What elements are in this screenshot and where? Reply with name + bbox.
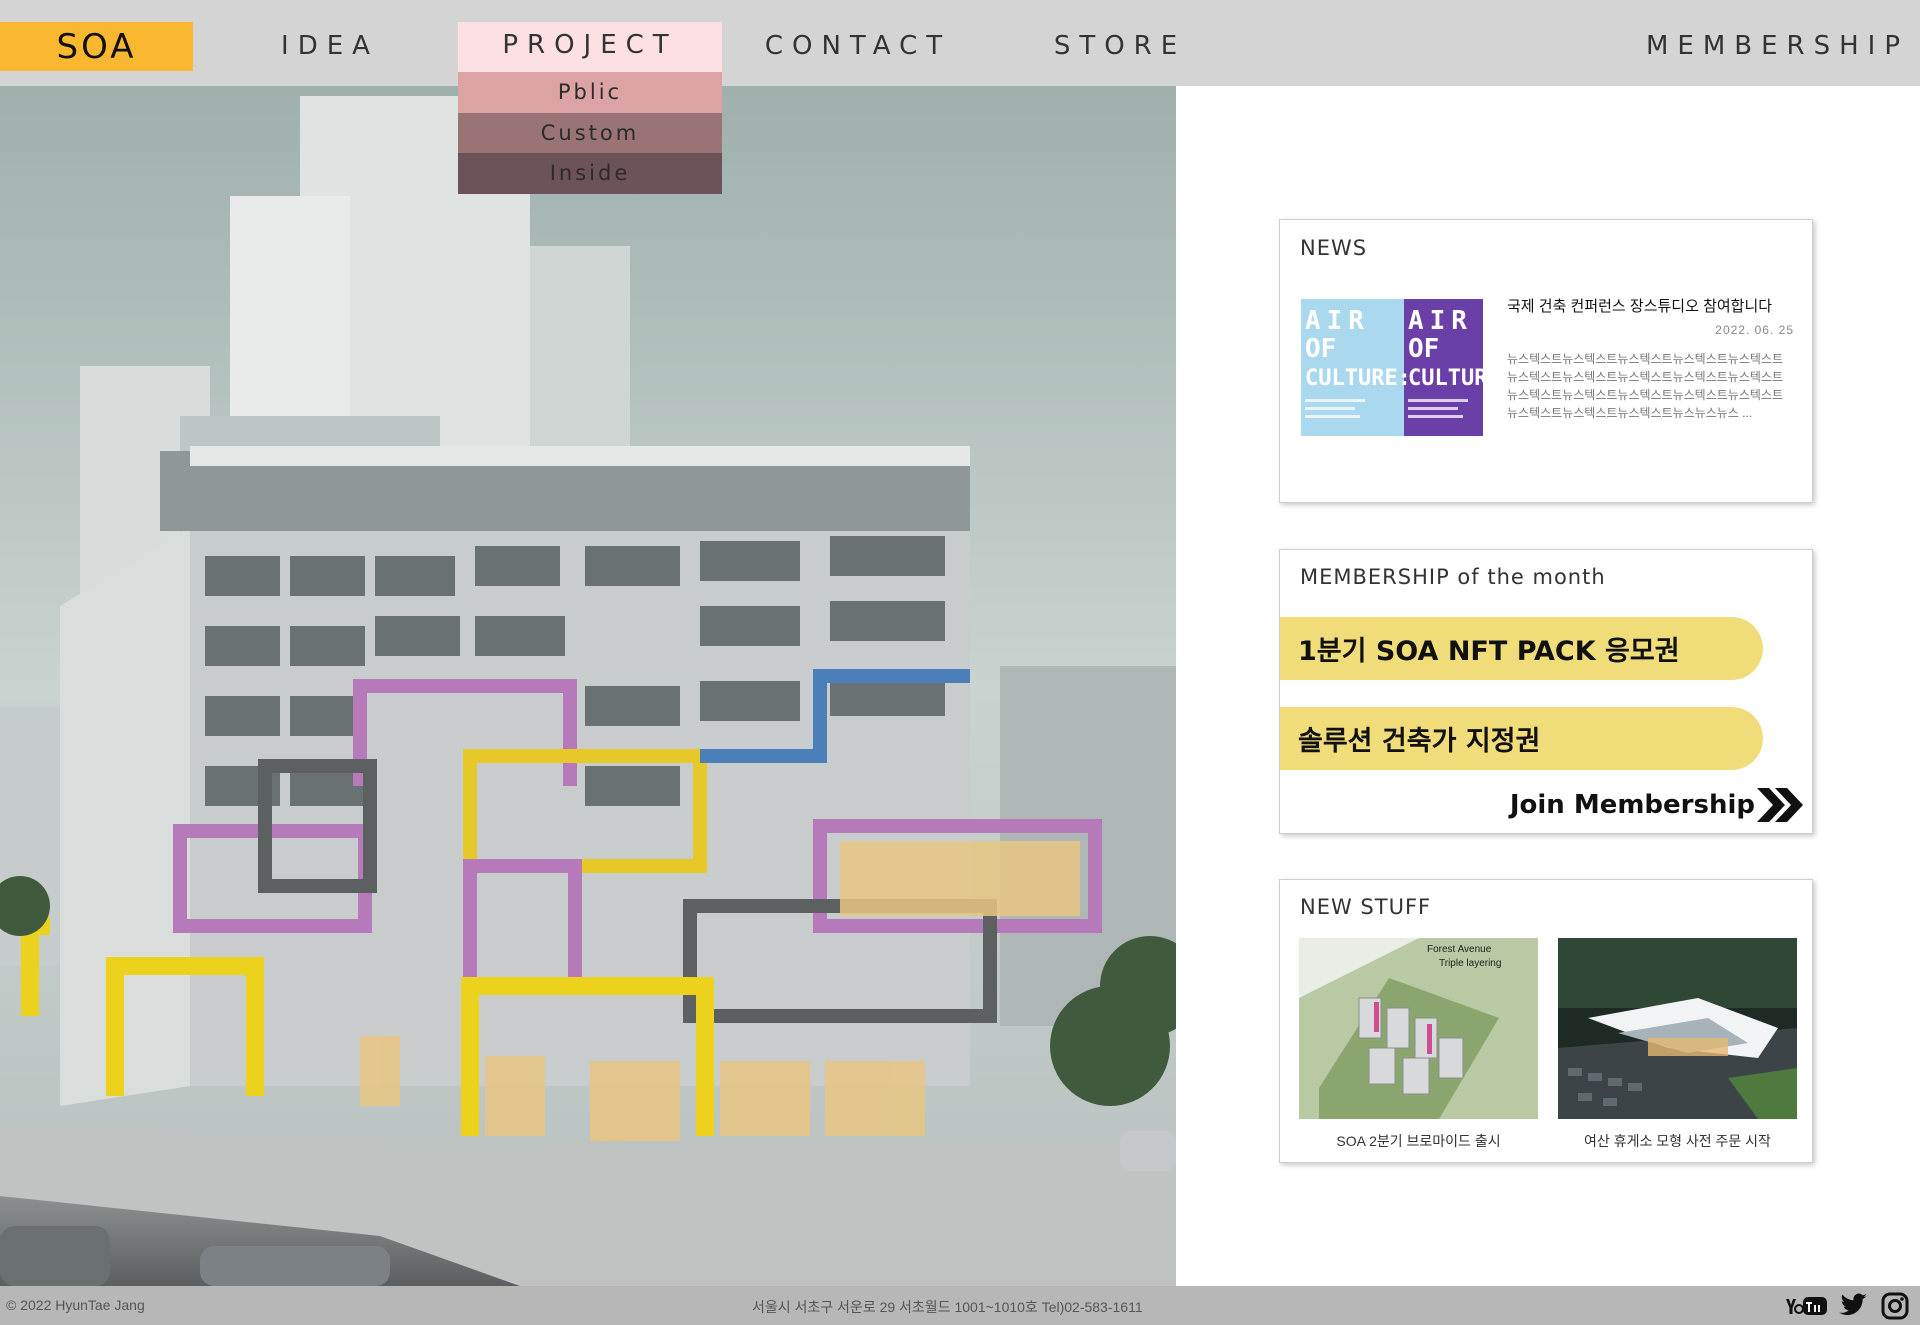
membership-title: MEMBERSHIP of the month xyxy=(1300,565,1606,589)
join-membership-label: Join Membership xyxy=(1509,790,1755,820)
aerial-plan-image: Forest Avenue Triple layering xyxy=(1299,938,1538,1119)
membership-item-nft-pack[interactable]: 1분기 SOA NFT PACK 응모권 xyxy=(1280,617,1763,680)
poster-text-of-2: OF xyxy=(1408,334,1439,364)
instagram-icon[interactable] xyxy=(1878,1290,1912,1322)
youtube-icon[interactable] xyxy=(1785,1290,1829,1322)
nav-membership[interactable]: MEMBERSHIP xyxy=(1646,26,1905,66)
poster-text-of-1: OF xyxy=(1305,334,1336,364)
twitter-icon[interactable] xyxy=(1836,1290,1870,1322)
news-poster-image: AIR OF CULTURE: AIR OF CULTURE: xyxy=(1301,299,1483,436)
new-stuff-caption-bromide[interactable]: SOA 2분기 브로마이드 출시 xyxy=(1299,1131,1538,1151)
instagram-logo xyxy=(1881,1292,1909,1320)
nav-project[interactable]: PROJECT xyxy=(458,22,722,68)
building-illustration xyxy=(0,86,1176,1286)
twitter-bird-logo xyxy=(1839,1293,1867,1315)
new-stuff-image-bromide[interactable]: Forest Avenue Triple layering xyxy=(1299,938,1538,1119)
news-body: 뉴스텍스트뉴스텍스트뉴스텍스트뉴스텍스트뉴스텍스트뉴스텍스트뉴스텍스트뉴스텍스트… xyxy=(1507,352,1784,420)
nav-idea[interactable]: IDEA xyxy=(280,26,380,66)
poster-text-culture-2: CULTURE: xyxy=(1408,366,1483,391)
hero-building-image xyxy=(0,86,1176,1286)
logo-text: SOA xyxy=(56,26,137,67)
footer-copyright: © 2022 HyunTae Jang xyxy=(6,1297,145,1313)
membership-item-architect[interactable]: 솔루션 건축가 지정권 xyxy=(1280,707,1763,770)
footer-address: 서울시 서초구 서운로 29 서초월드 1001~1010호 Tel)02-58… xyxy=(752,1299,1143,1315)
image-label-triple-layering: Triple layering xyxy=(1439,958,1501,969)
news-date: 2022. 06. 25 xyxy=(1715,323,1794,337)
new-stuff-title: NEW STUFF xyxy=(1300,895,1432,919)
poster-text-air-1: AIR xyxy=(1305,306,1370,336)
news-panel: NEWS AIR OF CULTURE: AIR OF CULTURE: 국제 … xyxy=(1279,219,1813,503)
footer: © 2022 HyunTae Jang 서울시 서초구 서운로 29 서초월드 … xyxy=(0,1286,1920,1325)
dropdown-item-custom[interactable]: Custom xyxy=(458,112,722,153)
new-stuff-caption-model[interactable]: 여산 휴게소 모형 사전 주문 시작 xyxy=(1558,1131,1797,1151)
nav-contact[interactable]: CONTACT xyxy=(765,26,948,66)
news-headline[interactable]: 국제 건축 컨퍼런스 장스튜디오 참여합니다 xyxy=(1507,295,1797,316)
poster-text-culture-1: CULTURE: xyxy=(1305,366,1411,391)
nav-store[interactable]: STORE xyxy=(1054,26,1180,66)
top-navigation-bar: SOA IDEA PROJECT CONTACT STORE MEMBERSHI… xyxy=(0,0,1920,86)
dropdown-item-inside[interactable]: Inside xyxy=(458,153,722,194)
rest-area-render-image xyxy=(1558,938,1797,1119)
image-label-forest-avenue: Forest Avenue xyxy=(1427,944,1492,955)
project-dropdown-menu: Pblic Custom Inside xyxy=(458,72,722,194)
double-chevron-right-icon xyxy=(1757,788,1803,822)
dropdown-item-public[interactable]: Pblic xyxy=(458,72,722,113)
join-membership-link[interactable]: Join Membership xyxy=(1510,786,1807,824)
news-title: NEWS xyxy=(1300,236,1368,260)
logo[interactable]: SOA xyxy=(0,22,193,71)
new-stuff-image-model[interactable] xyxy=(1558,938,1797,1119)
news-thumbnail[interactable]: AIR OF CULTURE: AIR OF CULTURE: xyxy=(1301,299,1483,436)
youtube-logo xyxy=(1786,1297,1827,1315)
new-stuff-panel: NEW STUFF Forest Avenue Triple layering xyxy=(1279,879,1813,1163)
membership-panel: MEMBERSHIP of the month 1분기 SOA NFT PACK… xyxy=(1279,549,1813,834)
poster-text-air-2: AIR xyxy=(1408,306,1473,336)
